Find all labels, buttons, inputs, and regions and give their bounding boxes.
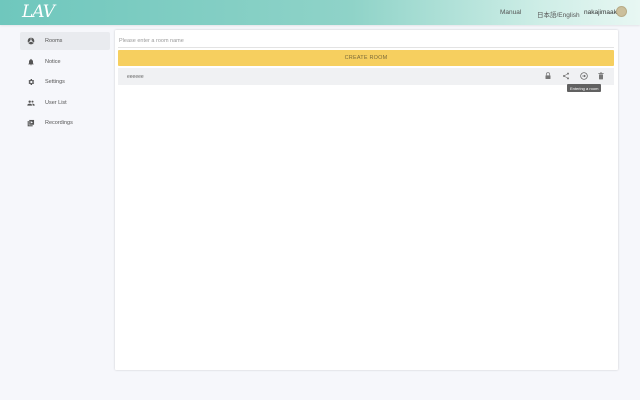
- app-header: LAV Manual 日本語/English nakajimaaki: [0, 0, 640, 25]
- share-icon[interactable]: [562, 72, 570, 80]
- bell-icon: [27, 58, 35, 66]
- room-name: eeeeee: [127, 74, 144, 80]
- sidebar-item-label: Notice: [45, 58, 61, 65]
- sidebar-item-recordings[interactable]: Recordings: [20, 114, 110, 132]
- rooms-panel: CREATE ROOM eeeeee Entering a room: [115, 30, 618, 370]
- manual-link[interactable]: Manual: [500, 9, 521, 16]
- delete-icon[interactable]: [597, 72, 605, 80]
- sidebar-item-label: Rooms: [45, 38, 63, 44]
- username-label[interactable]: nakajimaaki: [584, 9, 618, 16]
- gear-icon: [27, 78, 35, 86]
- room-name-input[interactable]: [118, 35, 614, 48]
- sidebar: Rooms Notice Settings User List Recordin…: [20, 32, 110, 135]
- people-icon: [27, 99, 35, 107]
- lock-icon[interactable]: [544, 72, 552, 80]
- sidebar-item-label: Settings: [45, 79, 65, 85]
- sidebar-item-label: User List: [45, 99, 67, 106]
- enter-room-icon[interactable]: [580, 72, 588, 80]
- avatar[interactable]: [616, 6, 627, 17]
- tooltip: Entering a room: [567, 84, 602, 92]
- sidebar-item-notice[interactable]: Notice: [20, 53, 110, 71]
- sidebar-item-label: Recordings: [45, 120, 73, 126]
- create-room-button[interactable]: CREATE ROOM: [118, 50, 614, 66]
- room-row[interactable]: eeeeee: [118, 68, 614, 85]
- app-logo[interactable]: LAV: [22, 2, 55, 22]
- sidebar-item-rooms[interactable]: Rooms: [20, 32, 110, 50]
- rooms-icon: [27, 37, 35, 45]
- language-switch[interactable]: 日本語/English: [537, 9, 580, 19]
- sidebar-item-settings[interactable]: Settings: [20, 73, 110, 91]
- sidebar-item-user-list[interactable]: User List: [20, 94, 110, 112]
- recordings-icon: [27, 119, 35, 127]
